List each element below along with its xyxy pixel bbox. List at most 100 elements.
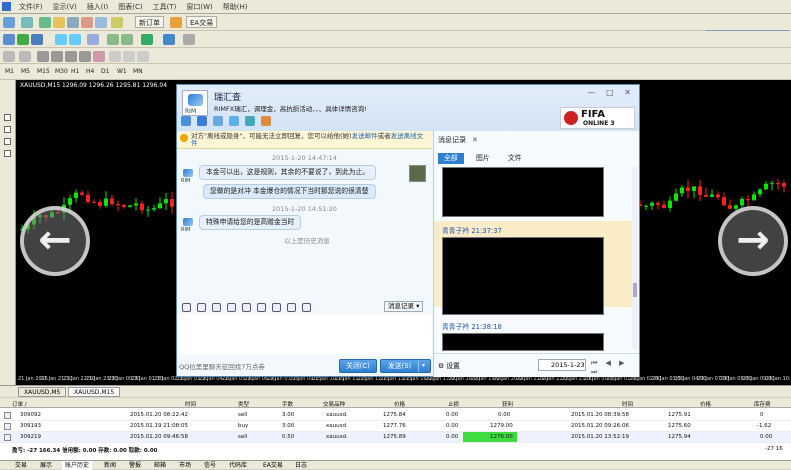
col-time[interactable]: 时间 xyxy=(185,400,196,408)
screenshot-thumbnail[interactable] xyxy=(442,167,604,217)
col-order[interactable]: 订单 / xyxy=(12,400,27,408)
font-icon[interactable] xyxy=(182,302,191,312)
market-watch-icon[interactable] xyxy=(39,17,51,28)
bar-chart-icon[interactable] xyxy=(3,34,15,45)
fibonacci-icon[interactable] xyxy=(93,51,105,62)
history-close-icon[interactable]: ✕ xyxy=(472,136,478,144)
trendline-icon[interactable] xyxy=(65,51,77,62)
tab-images[interactable]: 图片 xyxy=(470,153,496,164)
editor-icon[interactable] xyxy=(111,17,123,28)
expand-icon[interactable] xyxy=(4,114,11,121)
menu-view[interactable]: 显示(V) xyxy=(48,2,82,12)
templates-icon[interactable] xyxy=(183,34,195,45)
tab-all[interactable]: 全部 xyxy=(438,153,464,164)
close-button[interactable]: 关闭(C) xyxy=(339,359,377,373)
screenshot-thumbnail[interactable] xyxy=(442,333,604,351)
page-navigation[interactable]: ⏮ ◀ ▶ ⏭ xyxy=(591,359,639,377)
message-input[interactable] xyxy=(177,315,432,355)
ea-trading-button[interactable]: EA交易 xyxy=(186,16,218,28)
terminal-icon[interactable] xyxy=(81,17,93,28)
send-button[interactable]: 发送(S) ▾ xyxy=(380,359,431,373)
history-scrollbar[interactable] xyxy=(632,167,638,349)
menu-help[interactable]: 帮助(H) xyxy=(218,2,253,12)
screenshot-thumbnail[interactable] xyxy=(442,237,604,315)
tab-files[interactable]: 文件 xyxy=(502,153,528,164)
crosshair-icon[interactable] xyxy=(19,51,31,62)
timeframe-m15[interactable]: M15 xyxy=(35,66,52,77)
timeframe-m5[interactable]: M5 xyxy=(19,66,32,77)
settings-button[interactable]: ⚙ 设置 xyxy=(438,360,460,370)
line-chart-icon[interactable] xyxy=(31,34,43,45)
tester-icon[interactable] xyxy=(95,17,107,28)
new-chart-icon[interactable] xyxy=(3,17,15,28)
label-icon[interactable] xyxy=(123,51,135,62)
menu-file[interactable]: 文件(F) xyxy=(14,2,48,12)
menu-insert[interactable]: 插入(I) xyxy=(82,2,114,12)
col-sl[interactable]: 止损 xyxy=(448,400,459,408)
table-row[interactable]: 309193 2015.01.19 21:08:05 buy 3.00 xauu… xyxy=(0,421,791,432)
timeframe-m1[interactable]: M1 xyxy=(3,66,16,77)
magic-icon[interactable] xyxy=(212,302,221,312)
footer-ad-text[interactable]: QQ拉黑里聊天征回找7万点券 xyxy=(179,361,265,371)
col-swap[interactable]: 库存费 xyxy=(754,400,771,408)
screenshot-icon[interactable] xyxy=(302,302,311,312)
handwrite-icon[interactable] xyxy=(257,302,266,312)
ad-banner[interactable]: FIFA ONLINE 3 xyxy=(560,107,635,129)
data-window-icon[interactable] xyxy=(53,17,65,28)
send-mail-link[interactable]: 发送邮件 xyxy=(352,132,378,140)
zoom-in-icon[interactable] xyxy=(55,34,67,45)
timeframe-m30[interactable]: M30 xyxy=(53,66,70,77)
candles-icon[interactable] xyxy=(17,34,29,45)
col-price[interactable]: 价格 xyxy=(394,400,405,408)
col-close-price[interactable]: 价格 xyxy=(700,400,711,408)
file-transfer-icon[interactable] xyxy=(213,116,223,126)
timeframe-mn[interactable]: MN xyxy=(131,66,145,77)
expand-icon[interactable] xyxy=(4,138,11,145)
timeframe-h4[interactable]: H4 xyxy=(84,66,96,77)
col-close-time[interactable]: 时间 xyxy=(622,400,633,408)
col-symbol[interactable]: 交易品种 xyxy=(323,400,345,408)
cursor-icon[interactable] xyxy=(3,51,15,62)
indicators-icon[interactable] xyxy=(141,34,153,45)
expand-icon[interactable] xyxy=(4,150,11,157)
arrows-icon[interactable] xyxy=(137,51,149,62)
chart-shift-icon[interactable] xyxy=(170,17,182,28)
col-type[interactable]: 类型 xyxy=(238,400,249,408)
menu-tools[interactable]: 工具(T) xyxy=(148,2,182,12)
chart-shift-end-icon[interactable] xyxy=(121,34,133,45)
tab-xauusd-m5[interactable]: XAUUSD,M5 xyxy=(18,387,67,397)
vertical-line-icon[interactable] xyxy=(37,51,49,62)
profiles-icon[interactable] xyxy=(21,17,33,28)
apps-icon[interactable] xyxy=(261,116,271,126)
voice-call-icon[interactable] xyxy=(181,116,191,126)
avatar[interactable]: RIM xyxy=(182,90,208,116)
voice-message-icon[interactable] xyxy=(242,302,251,312)
video-call-icon[interactable] xyxy=(197,116,207,126)
menu-window[interactable]: 窗口(W) xyxy=(181,2,217,12)
timeframe-w1[interactable]: W1 xyxy=(115,66,129,77)
col-size[interactable]: 手数 xyxy=(282,400,293,408)
horizontal-line-icon[interactable] xyxy=(51,51,63,62)
remote-desktop-icon[interactable] xyxy=(229,116,239,126)
zoom-out-icon[interactable] xyxy=(69,34,81,45)
expand-icon[interactable] xyxy=(4,126,11,133)
tile-windows-icon[interactable] xyxy=(87,34,99,45)
autoscroll-icon[interactable] xyxy=(107,34,119,45)
screen-share-icon[interactable] xyxy=(245,116,255,126)
previous-arrow-icon[interactable]: ← xyxy=(20,206,90,276)
shake-icon[interactable] xyxy=(227,302,236,312)
timeframe-d1[interactable]: D1 xyxy=(99,66,111,77)
menu-charts[interactable]: 图表(C) xyxy=(113,2,147,12)
table-row[interactable]: 309092 2015.01.20 08:22:42 sell 3.00 xau… xyxy=(0,410,791,421)
send-options-icon[interactable]: ▾ xyxy=(418,360,428,372)
navigator-icon[interactable] xyxy=(67,17,79,28)
channel-icon[interactable] xyxy=(79,51,91,62)
tab-xauusd-m15[interactable]: XAUUSD,M15 xyxy=(68,387,121,397)
date-picker[interactable]: 2015-1-23 xyxy=(538,359,586,371)
next-arrow-icon[interactable]: → xyxy=(718,206,788,276)
text-icon[interactable] xyxy=(109,51,121,62)
music-icon[interactable] xyxy=(287,302,296,312)
col-tp[interactable]: 获利 xyxy=(502,400,513,408)
window-controls[interactable]: — □ ✕ xyxy=(588,88,635,97)
emoji-icon[interactable] xyxy=(197,302,206,312)
